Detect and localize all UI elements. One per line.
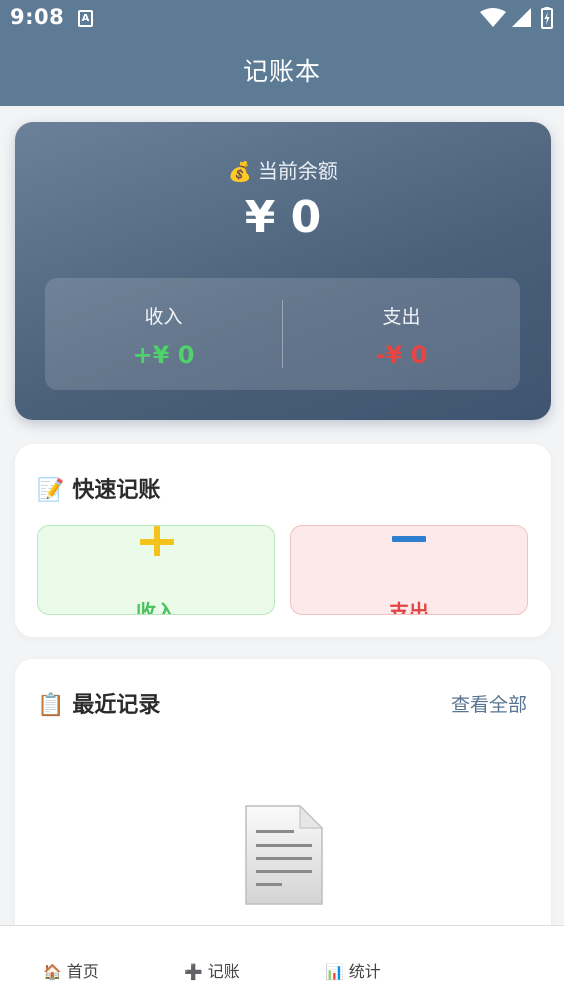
expense-summary-value: -¥ 0 (375, 341, 428, 369)
home-icon: 🏠 (43, 963, 62, 981)
bar-chart-icon: 📊 (325, 963, 344, 981)
income-summary-value: +¥ 0 (132, 341, 195, 369)
view-all-link[interactable]: 查看全部 (451, 690, 527, 717)
expense-summary: 支出 -¥ 0 (283, 302, 520, 369)
balance-label: 当前余额 (257, 159, 338, 183)
wifi-icon (480, 8, 506, 27)
nav-item-record-label: 记账 (207, 962, 240, 981)
balance-label-row: 💰 当前余额 (15, 155, 551, 184)
bottom-navigation: 🏠 首页 ➕ 记账 📊 统计 (0, 925, 564, 1004)
balance-amount: ¥ 0 (244, 192, 322, 243)
signal-icon (512, 8, 531, 27)
app-header: 9:08 A 记账本 (0, 0, 564, 106)
status-bar: 9:08 A (0, 0, 564, 38)
plus-icon (140, 526, 174, 556)
battery-charging-icon (541, 7, 553, 29)
clipboard-icon: 📋 (37, 693, 65, 718)
money-bag-icon: 💰 (228, 161, 252, 183)
nav-item-record[interactable]: ➕ 记账 (184, 958, 240, 982)
nav-item-stats[interactable]: 📊 统计 (325, 958, 381, 982)
status-time: 9:08 (10, 5, 65, 29)
quick-income-button[interactable]: 收入 (37, 525, 275, 615)
quick-entry-title-row: 📝 快速记账 (37, 472, 160, 504)
memo-icon: 📝 (37, 478, 65, 503)
income-expense-summary: 收入 +¥ 0 支出 -¥ 0 (45, 278, 520, 390)
quick-expense-button[interactable]: 支出 (290, 525, 528, 615)
minus-icon (392, 536, 426, 542)
recent-title: 最近记录 (72, 693, 161, 718)
page-title: 记账本 (242, 57, 321, 86)
quick-income-label: 收入 (136, 600, 176, 615)
nav-item-home-label: 首页 (66, 962, 99, 981)
recent-title-row: 📋 最近记录 (37, 687, 160, 719)
expense-summary-label: 支出 (382, 306, 421, 328)
nav-item-stats-label: 统计 (348, 962, 381, 981)
quick-expense-label: 支出 (389, 600, 429, 615)
quick-entry-card: 📝 快速记账 收入 支出 (15, 444, 551, 637)
income-summary-label: 收入 (144, 306, 183, 328)
plus-icon: ➕ (184, 963, 203, 981)
notification-a-icon: A (78, 10, 93, 27)
empty-document-icon (245, 804, 324, 905)
balance-card: 💰 当前余额 ¥ 0 收入 +¥ 0 支出 -¥ 0 (15, 122, 551, 420)
nav-item-home[interactable]: 🏠 首页 (43, 958, 99, 982)
income-summary: 收入 +¥ 0 (45, 302, 282, 369)
quick-entry-title: 快速记账 (72, 478, 161, 503)
